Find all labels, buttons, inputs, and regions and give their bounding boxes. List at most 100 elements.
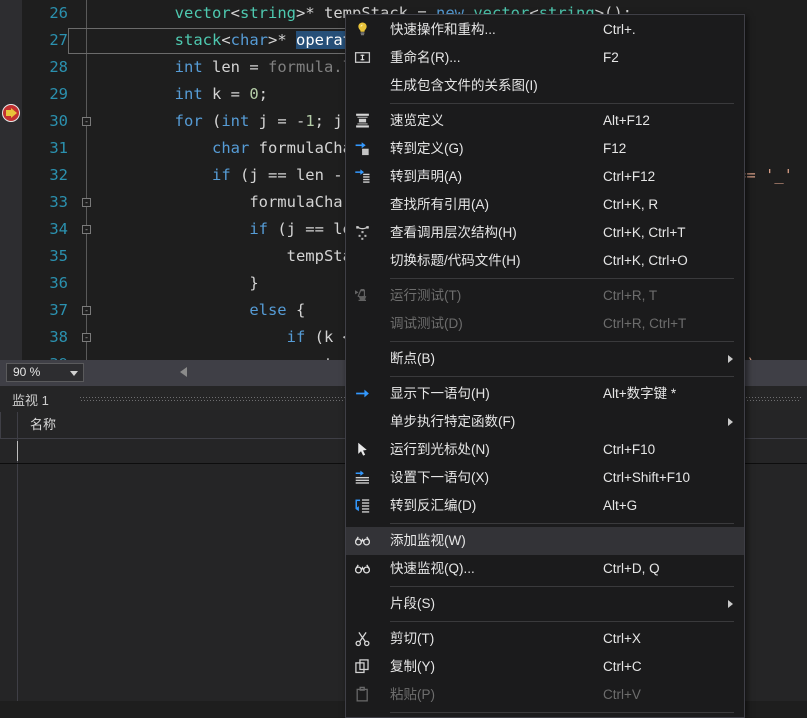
menu-separator [390,278,734,279]
code-text: if (j == len - [211,166,352,184]
menu-item-breakpoint[interactable]: 断点(B) [346,345,744,373]
code-text: formulaChar [249,193,352,211]
menu-item-label: 复制(Y) [390,659,435,674]
menu-item-shortcut: Ctrl+X [603,631,641,646]
menu-item-label: 调试测试(D) [390,316,463,331]
menu-item-label: 快速监视(Q)... [390,561,475,576]
menu-item-peek-definition[interactable]: 速览定义 Alt+F12 [346,107,744,135]
fold-toggle-icon[interactable]: - [82,306,91,315]
menu-item-copy[interactable]: 复制(Y) Ctrl+C [346,653,744,681]
rename-icon [354,49,374,67]
code-text: else { [249,301,306,319]
menu-item-set-next-statement[interactable]: 设置下一语句(X) Ctrl+Shift+F10 [346,464,744,492]
menu-separator [390,103,734,104]
menu-separator [390,376,734,377]
menu-item-go-to-disassembly[interactable]: 转到反汇编(D) Alt+G [346,492,744,520]
zoom-level-dropdown[interactable]: 90 % [6,363,84,382]
menu-item-snippet[interactable]: 片段(S) [346,590,744,618]
fold-guide-line [86,81,87,108]
scissors-icon [354,630,374,648]
menu-item-quick-actions[interactable]: 快速操作和重构... Ctrl+. [346,16,744,44]
go-to-definition-icon [354,140,374,158]
code-text-right-fragment: == '_' [737,166,793,184]
menu-item-label: 设置下一语句(X) [390,470,489,485]
fold-guide-line [86,351,87,360]
menu-separator [390,586,734,587]
fold-toggle-icon[interactable]: - [82,225,91,234]
code-text: if (k < [286,328,352,346]
menu-item-view-call-hierarchy[interactable]: 查看调用层次结构(H) Ctrl+K, Ctrl+T [346,219,744,247]
code-text: tempSta [286,247,352,265]
fold-toggle-icon[interactable]: - [82,333,91,342]
menu-item-generate-include-graph[interactable]: 生成包含文件的关系图(I) [346,72,744,100]
menu-item-shortcut: Ctrl+. [603,22,636,37]
peek-definition-icon [354,112,374,130]
menu-item-label: 显示下一语句(H) [390,386,490,401]
show-next-statement-icon [354,385,374,403]
menu-item-shortcut: Alt+G [603,498,638,513]
menu-item-label: 添加监视(W) [390,533,466,548]
menu-item-shortcut: Ctrl+D, Q [603,561,660,576]
menu-item-toggle-header-code-file[interactable]: 切换标题/代码文件(H) Ctrl+K, Ctrl+O [346,247,744,275]
line-number: 39 [22,351,68,360]
breakpoint-gutter[interactable] [0,0,22,360]
menu-item-go-to-definition[interactable]: 转到定义(G) F12 [346,135,744,163]
menu-item-find-all-references[interactable]: 查找所有引用(A) Ctrl+K, R [346,191,744,219]
menu-item-run-to-cursor[interactable]: 运行到光标处(N) Ctrl+F10 [346,436,744,464]
code-text: int k = 0; [174,85,269,103]
paste-icon [354,686,374,704]
watch-icon [354,532,374,550]
code-text: char formulaCha [211,139,352,157]
current-statement-breakpoint-icon[interactable] [2,104,20,122]
fold-guide-line [86,162,87,189]
watch-column-name[interactable]: 名称 [30,412,56,438]
line-number: 35 [49,247,68,265]
menu-item-label: 转到声明(A) [390,169,462,184]
editor-context-menu[interactable]: 快速操作和重构... Ctrl+. 重命名(R)... F2 生成包含文件的关系图(I)… [345,14,745,718]
set-next-statement-icon [354,469,374,487]
scroll-left-icon[interactable] [180,367,187,377]
fold-toggle-icon[interactable]: - [82,117,91,126]
menu-item-quick-watch[interactable]: 快速监视(Q)... Ctrl+D, Q [346,555,744,583]
code-text: stack<char>* operat [174,31,352,49]
menu-item-add-watch[interactable]: 添加监视(W) [346,527,744,555]
column-divider [0,412,1,438]
run-to-cursor-icon [354,441,374,459]
fold-guide-line [86,0,87,27]
menu-item-go-to-declaration[interactable]: 转到声明(A) Ctrl+F12 [346,163,744,191]
row-gutter [0,439,18,463]
line-number: 32 [49,166,68,184]
line-number: 29 [49,85,68,103]
copy-icon [354,658,374,676]
menu-item-label: 断点(B) [390,351,435,366]
menu-item-cut[interactable]: 剪切(T) Ctrl+X [346,625,744,653]
menu-item-label: 转到反汇编(D) [390,498,477,513]
fold-guide-line [86,243,87,270]
menu-item-shortcut: Ctrl+R, T [603,288,658,303]
menu-item-show-next-statement[interactable]: 显示下一语句(H) Alt+数字键 * [346,380,744,408]
menu-item-label: 重命名(R)... [390,50,461,65]
line-number: 30 [49,112,68,130]
code-text: for (int j = -1; j [174,112,343,130]
lightbulb-icon [354,21,374,39]
menu-item-step-into-specific[interactable]: 单步执行特定函数(F) [346,408,744,436]
disassembly-icon [354,497,374,515]
menu-item-shortcut: Ctrl+C [603,659,642,674]
fold-toggle-icon[interactable]: - [82,198,91,207]
menu-item-shortcut: Ctrl+K, Ctrl+T [603,225,686,240]
menu-item-rename[interactable]: 重命名(R)... F2 [346,44,744,72]
menu-item-shortcut: Ctrl+K, Ctrl+O [603,253,688,268]
menu-item-debug-tests: 调试测试(D) Ctrl+R, Ctrl+T [346,310,744,338]
fold-guide-line [86,54,87,81]
fold-guide-line [86,27,87,54]
fold-guide-line [86,135,87,162]
menu-item-label: 片段(S) [390,596,435,611]
menu-item-label: 转到定义(G) [390,141,464,156]
menu-item-shortcut: Ctrl+F10 [603,442,656,457]
call-hierarchy-icon [354,224,374,242]
code-text: tem [100,351,352,360]
line-number: 33 [49,193,68,211]
code-text: int len = formula.l [174,58,352,76]
fold-guide-line [86,270,87,297]
chevron-down-icon [70,371,78,376]
